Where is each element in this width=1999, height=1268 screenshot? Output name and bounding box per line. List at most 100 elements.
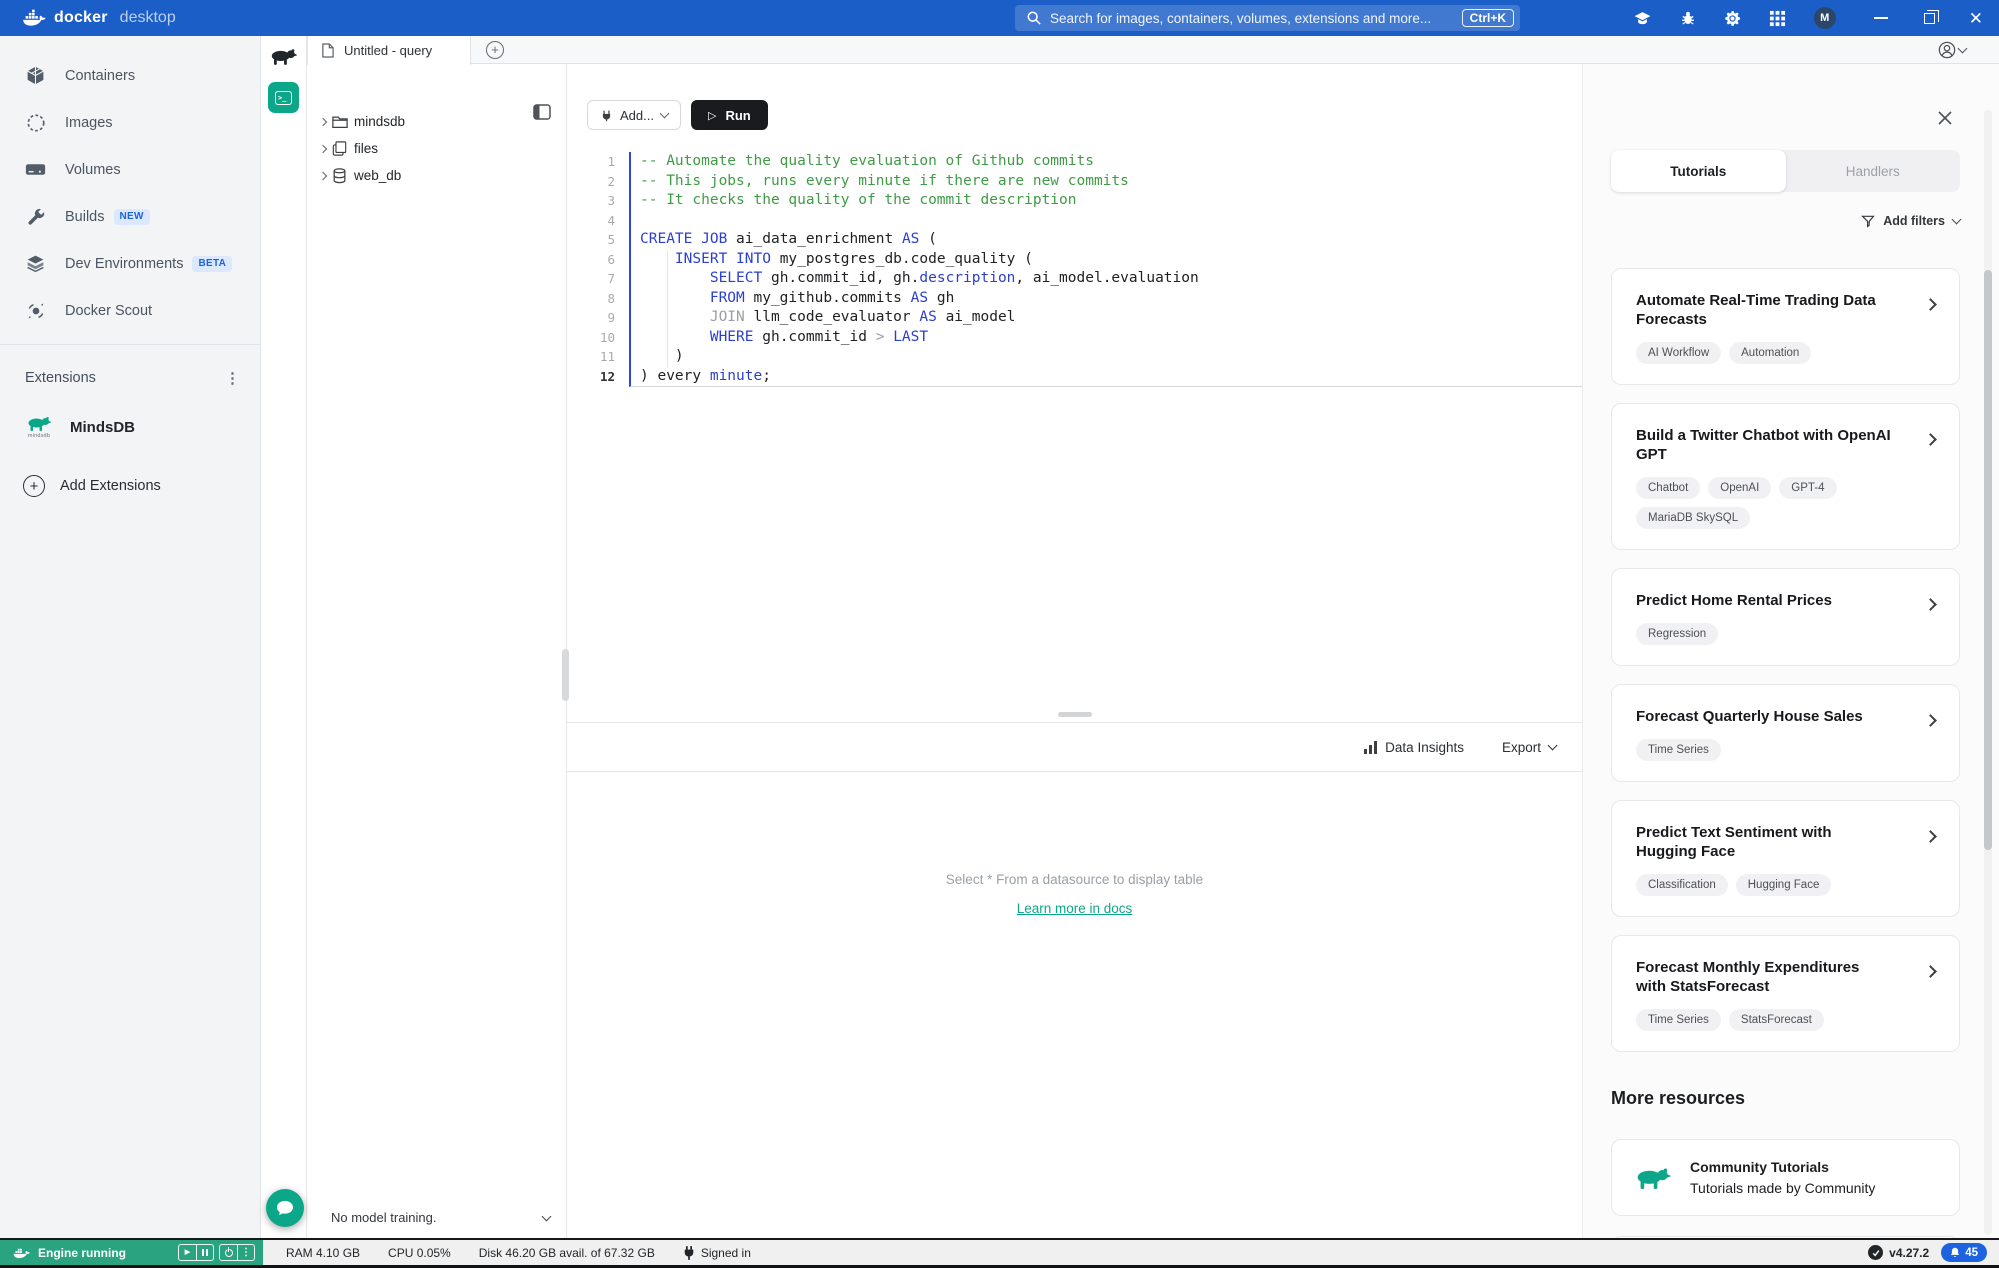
tree-item-web-db[interactable]: web_db bbox=[307, 162, 566, 189]
resource-card-community-tutorials[interactable]: Community TutorialsTutorials made by Com… bbox=[1611, 1139, 1960, 1216]
line-number: 5 bbox=[567, 230, 629, 250]
engine-start-icon[interactable]: ▶ bbox=[179, 1245, 196, 1260]
app-version[interactable]: v4.27.2 bbox=[1868, 1245, 1929, 1260]
data-insights-button[interactable]: Data Insights bbox=[1364, 740, 1464, 755]
tab-handlers[interactable]: Handlers bbox=[1786, 150, 1961, 192]
extensions-menu-icon[interactable]: ⋮ bbox=[225, 369, 240, 387]
filter-funnel-icon bbox=[1861, 214, 1875, 228]
docs-link[interactable]: Learn more in docs bbox=[1017, 901, 1133, 916]
notifications-badge[interactable]: 45 bbox=[1941, 1243, 1987, 1262]
tag-time-series: Time Series bbox=[1636, 739, 1721, 761]
close-panel-icon[interactable] bbox=[1937, 110, 1953, 131]
code-line-12[interactable]: 12) every minute; bbox=[567, 367, 1582, 388]
code-line-1[interactable]: 1-- Automate the quality evaluation of G… bbox=[567, 152, 1582, 172]
engine-playpause-group: ▶ bbox=[178, 1244, 214, 1261]
chevron-right-icon bbox=[1926, 712, 1935, 730]
tag-ai-workflow: AI Workflow bbox=[1636, 342, 1721, 364]
support-chat-button[interactable] bbox=[266, 1189, 304, 1227]
sidebar-item-docker-scout[interactable]: Docker Scout bbox=[0, 287, 260, 334]
left-sidebar: ContainersImagesVolumesBuildsNEWDev Envi… bbox=[0, 36, 261, 1238]
code-line-7[interactable]: 7 SELECT gh.commit_id, gh.description, a… bbox=[567, 269, 1582, 289]
sidebar-item-dev-environments[interactable]: Dev Environments BETA bbox=[0, 240, 260, 287]
sidebar-item-builds[interactable]: BuildsNEW bbox=[0, 193, 260, 240]
sidebar-item-mindsdb[interactable]: mindsdb MindsDB bbox=[0, 415, 260, 439]
learning-center-icon[interactable] bbox=[1633, 8, 1653, 28]
line-content: FROM my_github.commits AS gh bbox=[629, 289, 1582, 309]
sidebar-item-volumes[interactable]: Volumes bbox=[0, 146, 260, 193]
chevron-right-icon bbox=[1926, 828, 1935, 846]
tutorials-handlers-tabs: TutorialsHandlers bbox=[1611, 150, 1960, 192]
code-line-5[interactable]: 5CREATE JOB ai_data_enrichment AS ( bbox=[567, 230, 1582, 250]
tag-classification: Classification bbox=[1636, 874, 1728, 896]
collapse-panel-icon[interactable] bbox=[533, 104, 551, 125]
tree-item-label: web_db bbox=[354, 168, 401, 183]
tutorials-panel: TutorialsHandlers Add filters Automate R… bbox=[1582, 64, 1999, 1238]
tree-item-mindsdb[interactable]: mindsdb bbox=[307, 108, 566, 135]
status-bar: Engine running ▶ ⋮ RAM 4.10 GB CPU 0.05%… bbox=[0, 1238, 1999, 1268]
add-button-label: Add... bbox=[620, 108, 654, 123]
code-line-6[interactable]: 6 INSERT INTO my_postgres_db.code_qualit… bbox=[567, 250, 1582, 270]
card-tags: Time SeriesStatsForecast bbox=[1636, 1009, 1935, 1031]
panel-resize-handle[interactable] bbox=[562, 649, 569, 701]
tutorial-card-forecast-quarterly-house-sales[interactable]: Forecast Quarterly House SalesTime Serie… bbox=[1611, 684, 1960, 782]
code-line-2[interactable]: 2-- This jobs, runs every minute if ther… bbox=[567, 172, 1582, 192]
user-avatar[interactable]: M bbox=[1814, 7, 1836, 29]
window-restore-icon[interactable] bbox=[1924, 13, 1935, 24]
docker-logo: docker desktop bbox=[22, 9, 176, 27]
tutorial-card-forecast-monthly-expenditures-with-stats[interactable]: Forecast Monthly Expenditures with Stats… bbox=[1611, 935, 1960, 1052]
search-icon bbox=[1027, 11, 1041, 25]
tutorial-card-build-a-twitter-chatbot-with-openai-gpt[interactable]: Build a Twitter Chatbot with OpenAI GPTC… bbox=[1611, 403, 1960, 550]
update-check-icon bbox=[1868, 1245, 1883, 1260]
code-line-9[interactable]: 9 JOIN llm_code_evaluator AS ai_model bbox=[567, 308, 1582, 328]
apps-grid-icon[interactable] bbox=[1768, 8, 1788, 28]
settings-gear-icon[interactable] bbox=[1723, 8, 1743, 28]
code-line-11[interactable]: 11 ) bbox=[567, 347, 1582, 367]
scrollbar-thumb[interactable] bbox=[1984, 270, 1992, 850]
engine-stop-icon[interactable] bbox=[220, 1245, 237, 1260]
tab-tutorials[interactable]: Tutorials bbox=[1611, 150, 1786, 192]
new-tab-button[interactable]: + bbox=[486, 41, 504, 59]
code-editor-content[interactable]: 1-- Automate the quality evaluation of G… bbox=[567, 152, 1582, 387]
line-content: -- This jobs, runs every minute if there… bbox=[629, 172, 1582, 192]
sql-editor-terminal-icon[interactable]: >_ bbox=[268, 82, 299, 113]
tag-regression: Regression bbox=[1636, 623, 1718, 645]
code-line-3[interactable]: 3-- It checks the quality of the commit … bbox=[567, 191, 1582, 211]
line-content: ) every minute; bbox=[629, 367, 1582, 388]
mindsdb-extension-icon[interactable] bbox=[269, 47, 298, 71]
resource-card-talk-to-a-machine-learning-expert[interactable]: Talk to a Machine Learning Expert bbox=[1611, 1236, 1960, 1238]
sidebar-item-containers[interactable]: Containers bbox=[0, 52, 260, 99]
training-status-row[interactable]: No model training. bbox=[307, 1210, 566, 1225]
tab-untitled-query[interactable]: Untitled - query bbox=[307, 36, 471, 65]
tutorial-card-automate-real-time-trading-data-forecast[interactable]: Automate Real-Time Trading Data Forecast… bbox=[1611, 268, 1960, 385]
window-close-icon[interactable]: ✕ bbox=[1969, 10, 1983, 27]
code-line-10[interactable]: 10 WHERE gh.commit_id > LAST bbox=[567, 328, 1582, 348]
add-filters-button[interactable]: Add filters bbox=[1611, 214, 1960, 228]
code-line-4[interactable]: 4 bbox=[567, 211, 1582, 231]
version-label: v4.27.2 bbox=[1889, 1246, 1929, 1260]
tutorial-card-predict-text-sentiment-with-hugging-face[interactable]: Predict Text Sentiment with Hugging Face… bbox=[1611, 800, 1960, 917]
engine-more-icon[interactable]: ⋮ bbox=[237, 1245, 254, 1260]
global-search-input[interactable]: Search for images, containers, volumes, … bbox=[1015, 5, 1520, 31]
add-datasource-button[interactable]: Add... bbox=[587, 100, 681, 130]
add-extensions-button[interactable]: + Add Extensions bbox=[0, 475, 260, 497]
resource-title: Community Tutorials bbox=[1690, 1159, 1875, 1175]
engine-pause-icon[interactable] bbox=[196, 1245, 213, 1260]
window-minimize-icon[interactable] bbox=[1874, 17, 1888, 19]
sql-editor[interactable]: Add... ▷ Run 1-- Automate the quality ev… bbox=[567, 64, 1582, 722]
line-number: 4 bbox=[567, 211, 629, 231]
chevron-right-icon bbox=[1926, 296, 1935, 314]
badge-beta: BETA bbox=[192, 256, 232, 272]
sidebar-item-label: Dev Environments bbox=[65, 256, 183, 272]
sidebar-item-images[interactable]: Images bbox=[0, 99, 260, 146]
bug-report-icon[interactable] bbox=[1678, 8, 1698, 28]
export-button[interactable]: Export bbox=[1502, 740, 1556, 755]
tree-item-files[interactable]: files bbox=[307, 135, 566, 162]
account-menu[interactable] bbox=[1938, 41, 1966, 59]
run-query-button[interactable]: ▷ Run bbox=[691, 100, 768, 130]
code-line-8[interactable]: 8 FROM my_github.commits AS gh bbox=[567, 289, 1582, 309]
line-content: INSERT INTO my_postgres_db.code_quality … bbox=[629, 250, 1582, 270]
results-resize-handle[interactable] bbox=[1058, 712, 1092, 717]
tutorial-card-predict-home-rental-prices[interactable]: Predict Home Rental PricesRegression bbox=[1611, 568, 1960, 666]
disk-usage: Disk 46.20 GB avail. of 67.32 GB bbox=[479, 1246, 655, 1260]
cpu-usage: CPU 0.05% bbox=[388, 1246, 451, 1260]
